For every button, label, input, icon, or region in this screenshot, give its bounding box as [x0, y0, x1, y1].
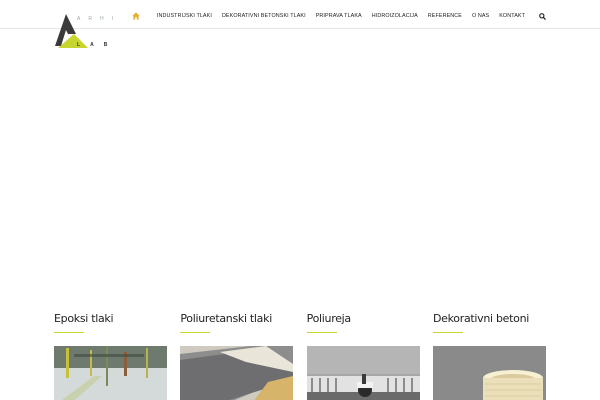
polyurethane-floor-photo[interactable]: [180, 346, 294, 400]
nav-item-industrijski-tlaki[interactable]: INDUSTRIJSKI TLAKI: [157, 13, 212, 19]
logo-wordmark-top: A R H I: [77, 16, 113, 22]
card-title-underline: [180, 332, 211, 333]
card-title[interactable]: Dekorativni betoni: [433, 312, 546, 326]
epoxy-floor-photo[interactable]: [54, 346, 167, 400]
logo-letter: L: [77, 42, 81, 48]
logo-letter: A: [77, 16, 81, 22]
card-title[interactable]: Epoksi tlaki: [54, 312, 167, 326]
card-title-underline: [54, 332, 84, 333]
service-card-epoksi[interactable]: Epoksi tlaki: [54, 312, 167, 400]
logo-letter: A: [90, 42, 94, 48]
nav-item-o-nas[interactable]: O NAS: [472, 13, 489, 19]
nav-item-priprava-tlaka[interactable]: PRIPRAVA TLAKA: [316, 13, 362, 19]
site-header: A R H I L A B INDUSTRIJSKI TLAKI DEKORAT…: [0, 0, 600, 48]
search-icon[interactable]: [536, 10, 548, 22]
decorative-concrete-photo[interactable]: [432, 346, 546, 400]
card-title-underline: [306, 332, 337, 333]
service-card-poliuretanski[interactable]: Poliuretanski tlaki: [180, 312, 294, 400]
logo-letter: I: [111, 16, 113, 22]
service-card-dekorativni[interactable]: Dekorativni betoni: [432, 312, 546, 400]
logo-letter: R: [88, 16, 92, 22]
logo-wordmark-bottom: L A B: [77, 42, 107, 48]
logo-letter: H: [99, 16, 104, 22]
home-icon[interactable]: [128, 10, 144, 22]
service-cards: Epoksi tlaki Poliuretanski tlaki Poliure…: [54, 312, 546, 400]
logo-letter: B: [103, 42, 108, 48]
nav-item-dekorativni-betonski-tlaki[interactable]: DEKORATIVNI BETONSKI TLAKI: [222, 13, 306, 19]
card-title[interactable]: Poliureja: [307, 312, 420, 326]
nav-item-hidroizolacija[interactable]: HIDROIZOLACIJA: [372, 13, 418, 19]
main-navigation: INDUSTRIJSKI TLAKI DEKORATIVNI BETONSKI …: [128, 9, 548, 23]
service-card-poliureja[interactable]: Poliureja: [306, 312, 420, 400]
site-logo[interactable]: A R H I L A B: [52, 12, 128, 52]
card-title-underline: [432, 332, 463, 333]
card-title[interactable]: Poliuretanski tlaki: [180, 312, 293, 326]
polyurea-photo[interactable]: [306, 346, 420, 400]
nav-item-kontakt[interactable]: KONTAKT: [499, 13, 525, 19]
nav-item-reference[interactable]: REFERENCE: [428, 13, 462, 19]
